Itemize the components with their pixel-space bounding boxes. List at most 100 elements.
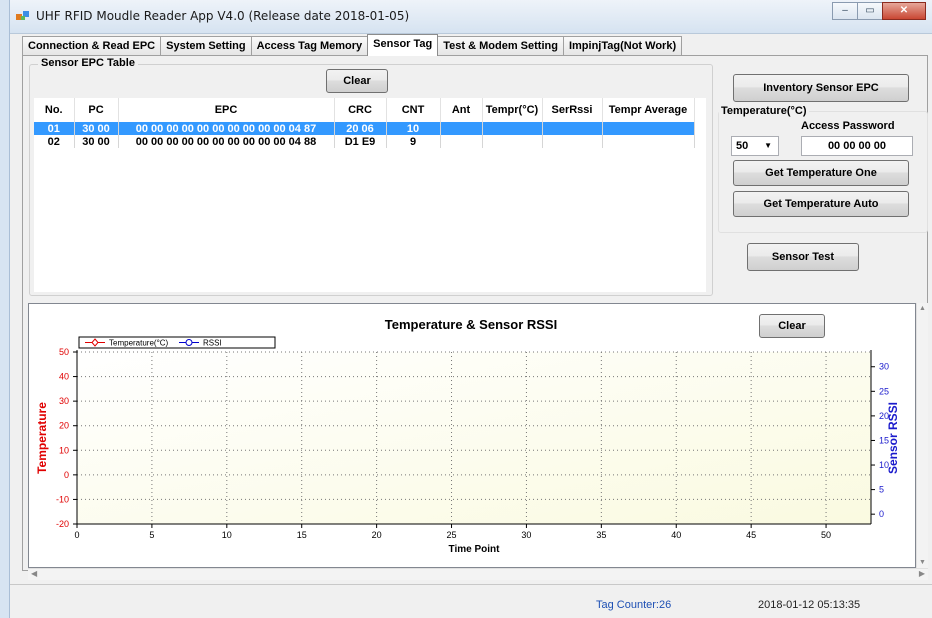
status-bar: Tag Counter:26 2018-01-12 05:13:35	[10, 584, 932, 618]
chart-panel: Clear Temperature & Sensor RSSI 0 5 10 15 20 2…	[28, 303, 916, 568]
y2-tick-label: 0	[879, 509, 884, 519]
temperature-select[interactable]: 50 ▼	[731, 136, 779, 156]
col-header-cnt[interactable]: CNT	[386, 98, 441, 122]
table-cell: 10	[386, 122, 441, 135]
tab-system-setting[interactable]: System Setting	[160, 36, 252, 56]
app-icon	[16, 11, 29, 20]
y-tick-label: -20	[56, 519, 69, 529]
col-header-epc[interactable]: EPC	[118, 98, 335, 122]
window-edge	[0, 0, 10, 618]
get-temperature-auto-button[interactable]: Get Temperature Auto	[733, 191, 909, 217]
table-cell	[602, 135, 695, 148]
x-tick-label: 0	[74, 530, 79, 540]
y-tick-label: 0	[64, 470, 69, 480]
col-header-serrssi[interactable]: SerRssi	[542, 98, 603, 122]
table-cell	[440, 122, 483, 135]
temperature-group-label: Temperature(°C)	[719, 105, 809, 117]
window-controls: – ▭ ✕	[832, 2, 926, 20]
table-cell	[542, 122, 603, 135]
access-password-field[interactable]: 00 00 00 00	[801, 136, 913, 156]
title-bar[interactable]: UHF RFID Moudle Reader App V4.0 (Release…	[10, 0, 932, 34]
tab-strip: Connection & Read EPC System Setting Acc…	[22, 34, 683, 56]
col-header-crc[interactable]: CRC	[334, 98, 387, 122]
table-cell	[542, 135, 603, 148]
x-tick-label: 15	[297, 530, 307, 540]
table-cell: 02	[34, 135, 75, 148]
x-tick-label: 30	[521, 530, 531, 540]
app-window: UHF RFID Moudle Reader App V4.0 (Release…	[0, 0, 932, 618]
scroll-down-arrow-icon[interactable]: ▼	[919, 559, 926, 566]
temperature-select-value: 50	[736, 140, 749, 152]
y-tick-label: 50	[59, 347, 69, 357]
y-axis-label: Temperature	[35, 402, 49, 474]
x-tick-label: 45	[746, 530, 756, 540]
table-cell	[482, 135, 543, 148]
chart-title: Temperature & Sensor RSSI	[385, 317, 557, 332]
minimize-button[interactable]: –	[832, 2, 858, 20]
tag-counter: Tag Counter:26	[596, 599, 672, 611]
table-cell: D1 E9	[334, 135, 387, 148]
temperature-rssi-chart: Temperature & Sensor RSSI 0 5 10 15 20 25 30 35 4…	[35, 317, 899, 555]
x-tick-label: 20	[372, 530, 382, 540]
table-header-row: No. PC EPC CRC CNT Ant Tempr(°C) SerRssi…	[34, 98, 695, 122]
col-header-no[interactable]: No.	[34, 98, 75, 122]
y2-axis-label: Sensor RSSI	[886, 402, 899, 474]
y-tick-label: 40	[59, 372, 69, 382]
sensor-epc-table: No. PC EPC CRC CNT Ant Tempr(°C) SerRssi…	[34, 98, 695, 148]
col-header-pc[interactable]: PC	[74, 98, 119, 122]
y-tick-label: 10	[59, 445, 69, 455]
table-cell: 00 00 00 00 00 00 00 00 00 00 04 88	[118, 135, 335, 148]
vertical-scrollbar[interactable]: ▲ ▼	[916, 303, 928, 568]
table-cell: 20 06	[334, 122, 387, 135]
access-password-label: Access Password	[801, 120, 895, 132]
y2-tick-label: 5	[879, 485, 884, 495]
tab-impinj-tag[interactable]: ImpinjTag(Not Work)	[562, 36, 683, 56]
scroll-right-arrow-icon[interactable]: ▶	[919, 569, 925, 578]
tab-access-tag-memory[interactable]: Access Tag Memory	[250, 36, 369, 56]
y2-tick-label: 25	[879, 386, 889, 396]
sensor-test-button[interactable]: Sensor Test	[747, 243, 859, 271]
x-tick-label: 10	[222, 530, 232, 540]
col-header-tempr[interactable]: Tempr(°C)	[482, 98, 543, 122]
y-tick-label: -10	[56, 494, 69, 504]
table-cell: 30 00	[74, 135, 119, 148]
table-cell: 01	[34, 122, 75, 135]
x-tick-label: 50	[821, 530, 831, 540]
scroll-up-arrow-icon[interactable]: ▲	[919, 305, 926, 312]
table-cell: 9	[386, 135, 441, 148]
table-row[interactable]: 01 30 00 00 00 00 00 00 00 00 00 00 00 0…	[34, 122, 695, 135]
table-row[interactable]: 02 30 00 00 00 00 00 00 00 00 00 00 00 0…	[34, 135, 695, 148]
plot-area	[77, 352, 871, 524]
table-cell: 00 00 00 00 00 00 00 00 00 00 04 87	[118, 122, 335, 135]
maximize-button[interactable]: ▭	[857, 2, 883, 20]
get-temperature-one-button[interactable]: Get Temperature One	[733, 160, 909, 186]
table-cell	[602, 122, 695, 135]
close-button[interactable]: ✕	[882, 2, 926, 20]
y2-tick-label: 30	[879, 362, 889, 372]
col-header-tempr-average[interactable]: Tempr Average	[602, 98, 695, 122]
horizontal-scrollbar[interactable]: ◀ ▶	[28, 568, 928, 580]
tab-sensor-tag[interactable]: Sensor Tag	[367, 34, 439, 56]
table-cell	[440, 135, 483, 148]
tab-test-modem-setting[interactable]: Test & Modem Setting	[437, 36, 564, 56]
legend-marker-circle	[185, 339, 193, 346]
y-tick-label: 20	[59, 421, 69, 431]
status-datetime: 2018-01-12 05:13:35	[758, 599, 861, 611]
x-tick-label: 25	[447, 530, 457, 540]
x-axis-label: Time Point	[449, 544, 501, 555]
clear-table-button[interactable]: Clear	[326, 69, 388, 93]
inventory-sensor-epc-button[interactable]: Inventory Sensor EPC	[733, 74, 909, 102]
x-tick-label: 40	[671, 530, 681, 540]
legend-entry: Temperature(°C)	[109, 339, 169, 348]
scroll-left-arrow-icon[interactable]: ◀	[31, 569, 37, 578]
table-cell: 30 00	[74, 122, 119, 135]
legend-entry: RSSI	[203, 339, 222, 348]
x-tick-label: 35	[596, 530, 606, 540]
col-header-ant[interactable]: Ant	[440, 98, 483, 122]
dropdown-arrow-icon: ▼	[764, 141, 772, 150]
tab-connection-read-epc[interactable]: Connection & Read EPC	[22, 36, 162, 56]
sensor-epc-table-label: Sensor EPC Table	[38, 57, 138, 69]
window-title: UHF RFID Moudle Reader App V4.0 (Release…	[36, 9, 410, 23]
sensor-epc-table-group: Sensor EPC Table Clear No. PC EPC CRC CN…	[29, 57, 713, 296]
table-cell	[482, 122, 543, 135]
